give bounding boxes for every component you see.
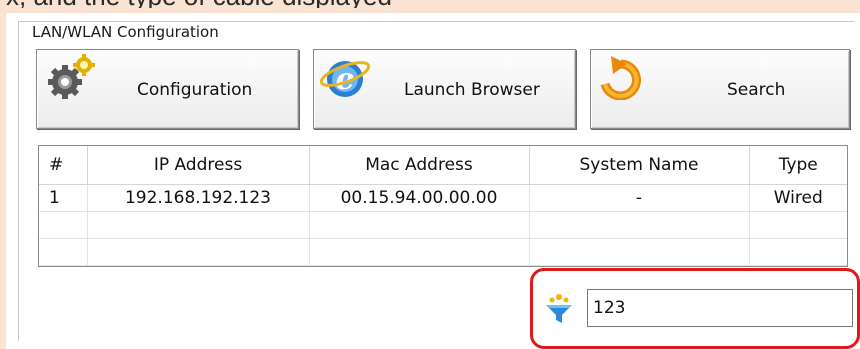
launch-browser-label: Launch Browser <box>404 80 540 100</box>
cell-type: Wired <box>749 184 847 212</box>
column-header-mac-address[interactable]: Mac Address <box>309 146 530 185</box>
cell-number <box>39 211 88 239</box>
cell-type <box>749 211 847 239</box>
cell-number: 1 <box>39 184 88 212</box>
cell-ip-address <box>87 211 310 239</box>
cell-system-name <box>529 211 750 239</box>
cell-ip-address <box>87 238 310 266</box>
table-row <box>39 211 847 239</box>
group-title: LAN/WLAN Configuration <box>28 23 223 41</box>
launch-browser-button[interactable]: e Launch Browser <box>313 49 576 129</box>
column-header-ip-address[interactable]: IP Address <box>87 146 310 185</box>
search-label: Search <box>727 80 786 100</box>
browser-icon: e <box>320 61 371 97</box>
cell-ip-address: 192.168.192.123 <box>87 184 310 212</box>
search-arrow-icon <box>600 56 641 100</box>
cell-number <box>39 238 88 266</box>
cell-system-name <box>529 238 750 266</box>
filter-highlight <box>530 268 860 349</box>
configuration-button[interactable]: Configuration <box>36 49 299 129</box>
filter-input[interactable] <box>587 289 853 327</box>
column-header-number[interactable]: # <box>39 146 88 185</box>
device-table: # IP Address Mac Address System Name Typ… <box>38 145 848 267</box>
column-header-type[interactable]: Type <box>749 146 847 185</box>
cell-mac-address <box>309 238 530 266</box>
column-header-system-name[interactable]: System Name <box>529 146 750 185</box>
cell-type <box>749 238 847 266</box>
header-text-fragment: x, and the type of cable displayed <box>0 0 860 8</box>
gears-icon <box>48 54 95 99</box>
configuration-label: Configuration <box>137 80 253 100</box>
table-header-row: # IP Address Mac Address System Name Typ… <box>39 146 847 185</box>
filter-icon <box>546 294 572 323</box>
table-row <box>39 238 847 266</box>
table-row[interactable]: 1 192.168.192.123 00.15.94.00.00.00 - Wi… <box>39 184 847 212</box>
cell-mac-address: 00.15.94.00.00.00 <box>309 184 530 212</box>
cell-system-name: - <box>529 184 750 212</box>
cell-mac-address <box>309 211 530 239</box>
search-button[interactable]: Search <box>590 49 850 129</box>
